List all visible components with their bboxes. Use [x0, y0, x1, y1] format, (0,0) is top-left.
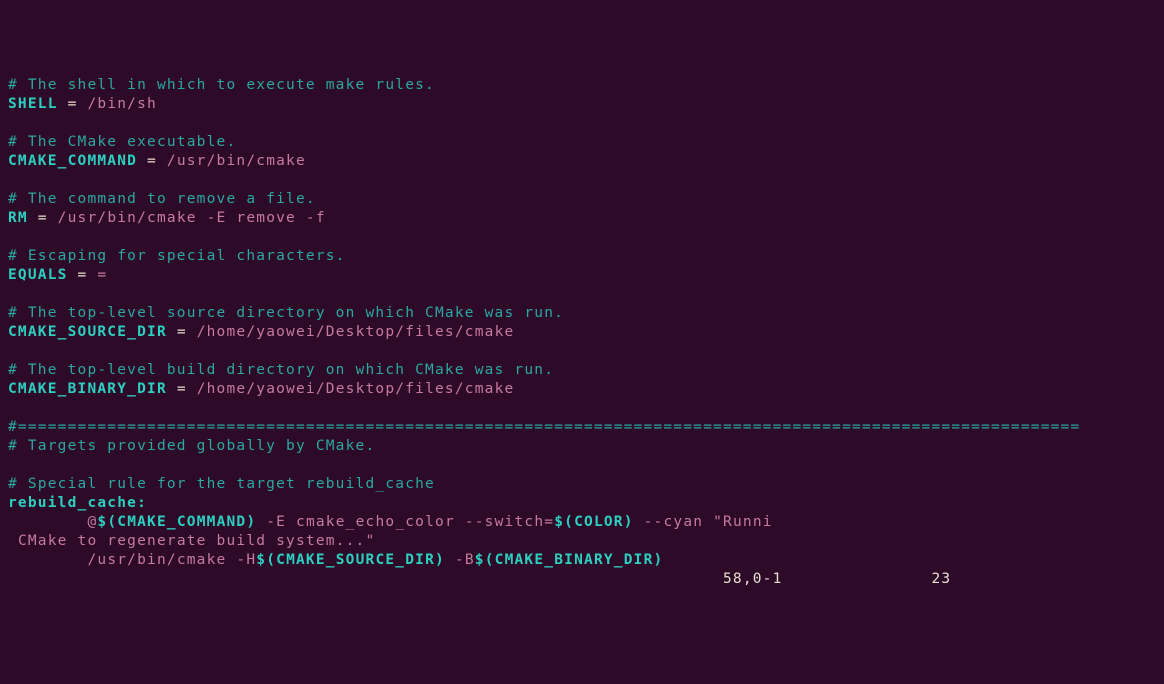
assign-op: =	[68, 267, 98, 283]
editor-viewport[interactable]: # The shell in which to execute make rul…	[8, 76, 1156, 589]
indent	[8, 514, 87, 530]
variable-name: EQUALS	[8, 267, 68, 283]
var-ref: COLOR	[574, 514, 624, 530]
separator-line: #=======================================…	[8, 419, 1080, 435]
variable-value: /bin/sh	[87, 96, 157, 112]
var-ref-close: )	[435, 552, 445, 568]
variable-value: /home/yaowei/Desktop/files/cmake	[197, 381, 515, 397]
assign-op: =	[28, 210, 58, 226]
scroll-percent: 23	[932, 571, 952, 587]
assign-op: =	[167, 324, 197, 340]
var-ref: CMAKE_SOURCE_DIR	[276, 552, 435, 568]
comment-line: # The command to remove a file.	[8, 191, 316, 207]
variable-value: =	[97, 267, 107, 283]
var-ref-open: $(	[475, 552, 495, 568]
var-ref-open: $(	[554, 514, 574, 530]
command-text: -B	[445, 552, 475, 568]
variable-value: /usr/bin/cmake -E remove -f	[58, 210, 326, 226]
variable-name: RM	[8, 210, 28, 226]
variable-name: CMAKE_COMMAND	[8, 153, 137, 169]
command-text: /usr/bin/cmake -H	[87, 552, 256, 568]
var-ref-close: )	[246, 514, 256, 530]
comment-line: # The top-level build directory on which…	[8, 362, 554, 378]
var-ref: CMAKE_BINARY_DIR	[495, 552, 654, 568]
comment-line: # The top-level source directory on whic…	[8, 305, 564, 321]
var-ref-open: $(	[97, 514, 117, 530]
variable-value: /home/yaowei/Desktop/files/cmake	[197, 324, 515, 340]
comment-line: # Escaping for special characters.	[8, 248, 346, 264]
command-text: --cyan	[634, 514, 713, 530]
wrap-prefix	[8, 533, 18, 549]
variable-name: CMAKE_SOURCE_DIR	[8, 324, 167, 340]
assign-op: =	[167, 381, 197, 397]
variable-value: /usr/bin/cmake	[167, 153, 306, 169]
var-ref-open: $(	[256, 552, 276, 568]
assign-op: =	[137, 153, 167, 169]
var-ref-close: )	[654, 552, 664, 568]
comment-line: # The CMake executable.	[8, 134, 236, 150]
string-literal: "Runni	[713, 514, 773, 530]
comment-line: # The shell in which to execute make rul…	[8, 77, 435, 93]
assign-op: =	[58, 96, 88, 112]
variable-name: CMAKE_BINARY_DIR	[8, 381, 167, 397]
comment-line: # Targets provided globally by CMake.	[8, 438, 375, 454]
cursor-position: 58,0-1	[723, 571, 783, 587]
comment-line: # Special rule for the target rebuild_ca…	[8, 476, 435, 492]
vim-status-bar: 58,0-1 23	[8, 571, 951, 587]
variable-name: SHELL	[8, 96, 58, 112]
command-text: -E cmake_echo_color --switch=	[256, 514, 554, 530]
var-ref: CMAKE_COMMAND	[117, 514, 246, 530]
at-sign: @	[87, 514, 97, 530]
string-literal: CMake to regenerate build system..."	[18, 533, 375, 549]
indent	[8, 552, 87, 568]
var-ref-close: )	[624, 514, 634, 530]
make-target: rebuild_cache:	[8, 495, 147, 511]
